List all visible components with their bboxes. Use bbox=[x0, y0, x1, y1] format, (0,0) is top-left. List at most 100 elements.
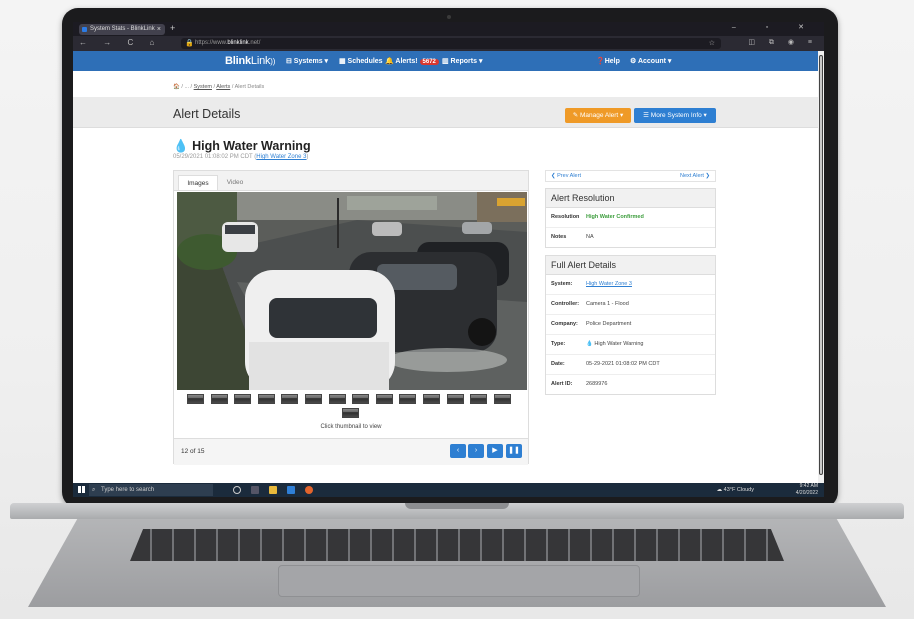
breadcrumb-system[interactable]: System bbox=[194, 84, 212, 90]
detail-row-type: Type: 💧 High Water Warning bbox=[546, 335, 715, 355]
new-tab-button[interactable]: + bbox=[170, 23, 175, 33]
file-explorer-icon[interactable] bbox=[269, 486, 277, 494]
next-image-button[interactable]: › bbox=[468, 444, 484, 458]
lid-notch bbox=[405, 503, 509, 509]
alert-subtitle: 05/29/2021 01:08:02 PM CDT (High Water Z… bbox=[173, 154, 309, 160]
detail-row-alert-id: Alert ID: 2689976 bbox=[546, 375, 715, 394]
full-alert-details-title: Full Alert Details bbox=[546, 256, 715, 275]
breadcrumb-ellipsis: / ... / bbox=[181, 84, 193, 90]
breadcrumb-alerts[interactable]: Alerts bbox=[216, 84, 230, 90]
windows-taskbar: ⌕ Type here to search ☁ 43°F Cloudy 9:42… bbox=[73, 483, 824, 497]
row-value: 05-29-2021 01:08:02 PM CDT bbox=[586, 361, 660, 367]
url-suffix: .net/ bbox=[248, 40, 261, 46]
pause-button[interactable]: ❚❚ bbox=[506, 444, 522, 458]
webcam bbox=[447, 15, 451, 19]
alert-resolution-card: Alert Resolution Resolution High Water Co… bbox=[545, 188, 716, 248]
taskbar-search[interactable]: ⌕ Type here to search bbox=[89, 484, 213, 496]
thumbnail[interactable] bbox=[375, 394, 393, 404]
detail-row-system: System: High Water Zone 3 bbox=[546, 275, 715, 295]
detail-row-date: Date: 05-29-2021 01:08:02 PM CDT bbox=[546, 355, 715, 375]
breadcrumb: 🏠 / ... / System / Alerts / Alert Detail… bbox=[173, 84, 265, 90]
bookmark-star-icon[interactable]: ☆ bbox=[709, 38, 715, 49]
scrollbar-thumb[interactable] bbox=[819, 55, 823, 475]
breadcrumb-current: Alert Details bbox=[234, 84, 265, 90]
row-key: Type: bbox=[551, 341, 566, 347]
thumbnail-hint: Click thumbnail to view bbox=[320, 424, 382, 430]
thumbnail[interactable] bbox=[281, 394, 299, 404]
thumbnail[interactable] bbox=[234, 394, 252, 404]
thumbnail[interactable] bbox=[342, 408, 359, 418]
url-domain: blinklink bbox=[227, 40, 249, 46]
thumbnail[interactable] bbox=[446, 394, 464, 404]
manage-alert-button[interactable]: ✎ Manage Alert ▾ bbox=[565, 108, 631, 123]
tab-video[interactable]: Video bbox=[220, 175, 250, 190]
page-scrollbar[interactable] bbox=[818, 51, 824, 497]
browser-tab[interactable]: System Stats - BlinkLink × bbox=[79, 24, 165, 35]
alerts-count-badge: 5672 bbox=[419, 59, 439, 65]
resolution-row: Resolution High Water Confirmed bbox=[546, 208, 715, 228]
play-button[interactable]: ▶ bbox=[487, 444, 503, 458]
alert-title-text: High Water Warning bbox=[192, 139, 311, 153]
row-key: Resolution bbox=[551, 214, 580, 220]
window-controls[interactable]: – ▫ ✕ bbox=[732, 23, 818, 31]
address-bar[interactable]: 🔒 https://www.blinklink.net/ ☆ bbox=[181, 38, 721, 49]
app-navbar: BlinkLink)) ⊟ Systems ▾ ▦ Schedules 🔔 Al… bbox=[73, 51, 818, 71]
task-view-icon[interactable] bbox=[251, 486, 259, 494]
thumbnail[interactable] bbox=[493, 394, 511, 404]
row-value: 💧 High Water Warning bbox=[586, 341, 644, 347]
tab-title: System Stats - BlinkLink bbox=[90, 26, 155, 32]
cortana-icon[interactable] bbox=[233, 486, 241, 494]
nav-systems[interactable]: ⊟ Systems ▾ bbox=[286, 57, 328, 65]
nav-help[interactable]: ❓Help bbox=[596, 57, 620, 65]
thumbnail[interactable] bbox=[257, 394, 275, 404]
thumbnail[interactable] bbox=[423, 394, 440, 404]
laptop-base bbox=[10, 503, 904, 611]
thumbnail[interactable] bbox=[305, 394, 322, 404]
row-key: Date: bbox=[551, 361, 565, 367]
notes-row: Notes NA bbox=[546, 228, 715, 247]
nav-account[interactable]: ⚙ Account ▾ bbox=[630, 57, 671, 65]
thumbnail[interactable] bbox=[352, 394, 370, 404]
row-value: High Water Confirmed bbox=[586, 214, 644, 220]
nav-schedules[interactable]: ▦ Schedules bbox=[339, 57, 383, 65]
windows-start-icon[interactable] bbox=[78, 486, 85, 493]
search-placeholder: Type here to search bbox=[101, 487, 155, 493]
prev-image-button[interactable]: ‹ bbox=[450, 444, 466, 458]
more-system-info-button[interactable]: ☰ More System Info ▾ bbox=[634, 108, 716, 123]
close-tab-icon[interactable]: × bbox=[157, 24, 161, 35]
screen: System Stats - BlinkLink × + – ▫ ✕ ← → C… bbox=[73, 22, 824, 497]
system-link[interactable]: High Water Zone 3 bbox=[586, 275, 632, 294]
firefox-icon[interactable] bbox=[305, 486, 313, 494]
alert-resolution-title: Alert Resolution bbox=[546, 189, 715, 208]
brand-bold: Blink bbox=[225, 55, 251, 67]
tab-images[interactable]: Images bbox=[178, 175, 218, 190]
lock-icon: 🔒 bbox=[185, 40, 194, 47]
browser-toolbar-icons[interactable]: ◫ ⧉ ◉ ≡ bbox=[748, 38, 818, 47]
alert-zone-link[interactable]: High Water Zone 3 bbox=[256, 154, 306, 160]
thumbnail[interactable] bbox=[328, 394, 346, 404]
thumbnail[interactable] bbox=[470, 394, 488, 404]
camera-image[interactable] bbox=[177, 192, 527, 390]
weather-widget[interactable]: ☁ 43°F Cloudy bbox=[717, 487, 754, 493]
nav-reports[interactable]: ▥ Reports ▾ bbox=[442, 57, 482, 65]
keyboard bbox=[130, 529, 784, 561]
home-icon[interactable]: 🏠 bbox=[173, 84, 180, 90]
row-value: NA bbox=[586, 234, 594, 240]
thumbnail[interactable] bbox=[187, 394, 204, 404]
detail-row-company: Company: Police Department bbox=[546, 315, 715, 335]
nav-buttons[interactable]: ← → C ⌂ bbox=[79, 38, 161, 47]
prev-alert-link[interactable]: ❮ Prev Alert bbox=[551, 171, 581, 182]
brand-logo[interactable]: BlinkLink)) bbox=[225, 55, 275, 67]
nav-alerts[interactable]: 🔔 Alerts! 5672 bbox=[385, 57, 439, 65]
next-alert-link[interactable]: Next Alert ❯ bbox=[680, 171, 710, 182]
thumbnail[interactable] bbox=[210, 394, 228, 404]
system-clock[interactable]: 9:42 AM 4/20/2022 bbox=[796, 483, 818, 497]
alert-datetime: 05/29/2021 01:08:02 PM CDT bbox=[173, 154, 253, 160]
flooded-street-photo bbox=[177, 192, 527, 390]
media-footer: 12 of 15 ‹ › ▶ ❚❚ bbox=[174, 438, 528, 465]
browser-navbar: ← → C ⌂ 🔒 https://www.blinklink.net/ ☆ ◫… bbox=[73, 36, 824, 51]
store-icon[interactable] bbox=[287, 486, 295, 494]
url-prefix: https://www. bbox=[195, 40, 228, 46]
thumbnail[interactable] bbox=[399, 394, 417, 404]
clock-time: 9:42 AM bbox=[799, 483, 818, 489]
